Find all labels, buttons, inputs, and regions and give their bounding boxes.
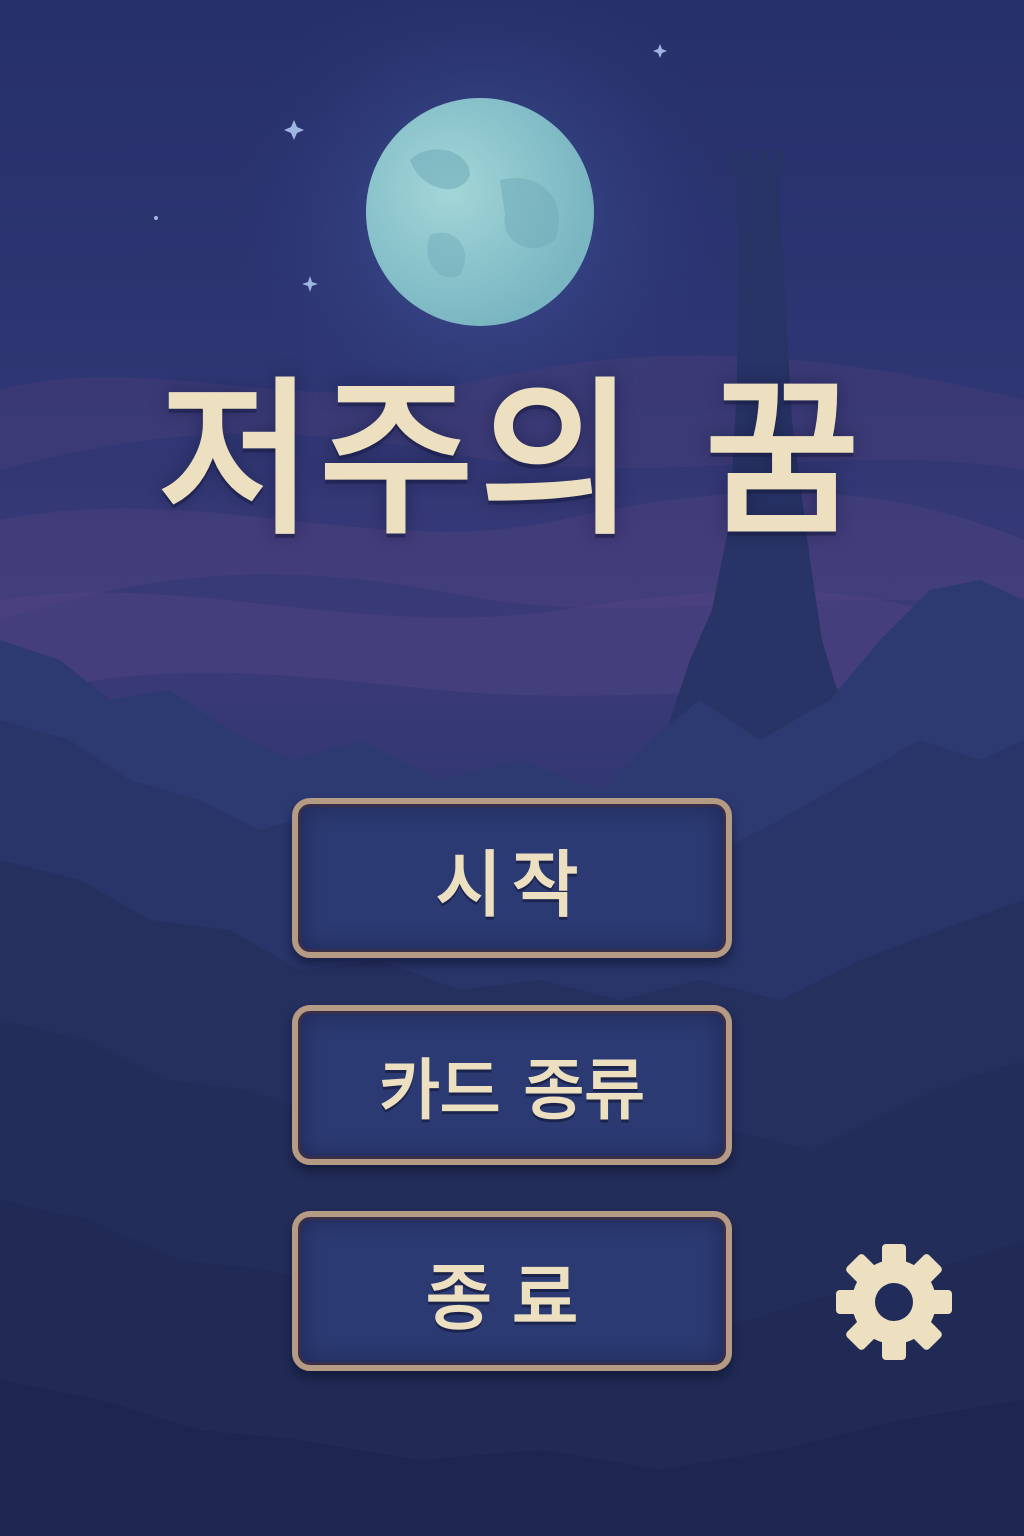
- exit-button-label: 종료: [425, 1255, 599, 1340]
- moon-icon: [366, 98, 594, 326]
- title-screen: 저주의 꿈 시작 카드 종류 종료: [0, 0, 1024, 1536]
- game-title: 저주의 꿈: [158, 362, 866, 558]
- start-button-label: 시작: [435, 842, 589, 927]
- exit-button[interactable]: 종료: [292, 1211, 732, 1371]
- gear-icon: [836, 1244, 952, 1360]
- card-types-button-label: 카드 종류: [379, 1052, 645, 1129]
- settings-button[interactable]: [832, 1240, 956, 1364]
- card-types-button[interactable]: 카드 종류: [292, 1005, 732, 1165]
- start-button[interactable]: 시작: [292, 798, 732, 958]
